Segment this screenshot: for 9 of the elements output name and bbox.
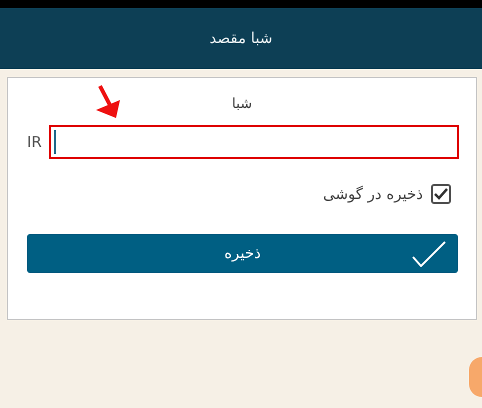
- field-label: شبا: [232, 95, 252, 114]
- window-title: شبا مقصد: [210, 28, 272, 50]
- checkmark-icon: [412, 240, 446, 266]
- text-cursor: [54, 130, 56, 154]
- input-field[interactable]: [49, 125, 459, 159]
- prefix-label: IR: [27, 132, 43, 153]
- save-checkbox[interactable]: [431, 184, 451, 204]
- checkbox-label: ذخیره در گوشی: [322, 184, 423, 205]
- save-button[interactable]: ذخیره: [27, 234, 458, 272]
